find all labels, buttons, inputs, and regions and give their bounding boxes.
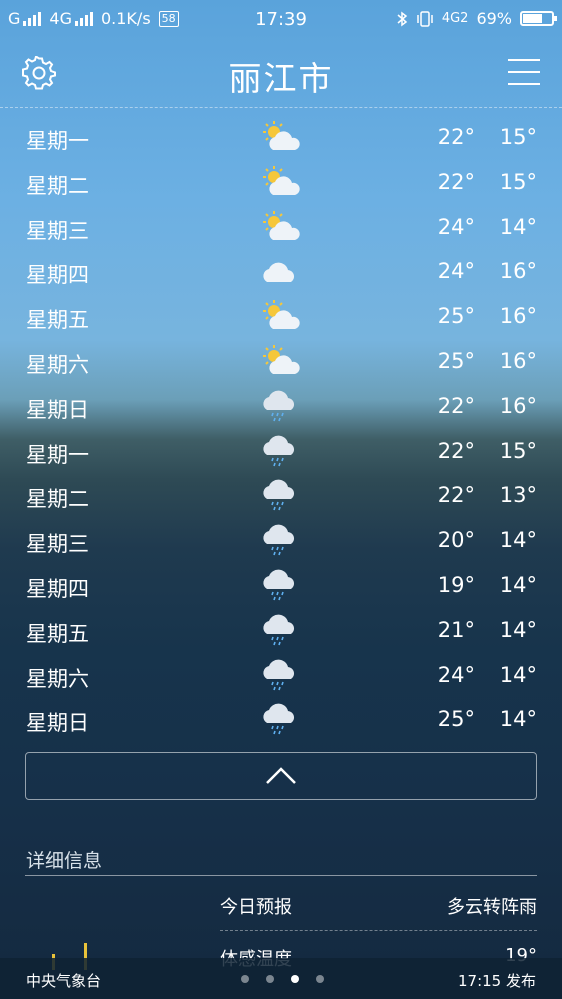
forecast-day: 星期日 [26, 711, 89, 736]
forecast-row: 星期五 21° 14° [0, 608, 562, 653]
partly-cloudy-icon [263, 165, 300, 195]
forecast-high: 22° [437, 393, 475, 418]
header: 丽江市 [0, 48, 562, 103]
rain-icon [263, 435, 295, 466]
rain-icon [263, 569, 295, 601]
rain-icon [263, 614, 295, 646]
rain-icon [263, 524, 295, 556]
forecast-row: 星期六 24° 14° [0, 653, 562, 698]
rain-icon [263, 703, 295, 735]
forecast-high: 25° [437, 304, 475, 329]
network-right-label: 4G2 [441, 11, 469, 26]
forecast-low: 15° [499, 438, 537, 463]
forecast-row: 星期三 20° 14° [0, 518, 562, 563]
forecast-high: 22° [437, 483, 475, 508]
forecast-low: 14° [499, 662, 537, 687]
forecast-day: 星期二 [26, 487, 89, 512]
forecast-day: 星期四 [26, 263, 89, 288]
battery-icon [520, 11, 557, 26]
forecast-row: 星期日 22° 16° [0, 384, 562, 429]
bluetooth-icon [397, 11, 408, 26]
page-dot[interactable] [266, 975, 274, 983]
forecast-day: 星期三 [26, 532, 89, 557]
partly-cloudy-icon [263, 210, 300, 240]
forecast-high: 22° [437, 438, 475, 463]
page-dot[interactable] [316, 975, 324, 983]
forecast-row: 星期五 25° 16° [0, 294, 562, 339]
forecast-high: 21° [437, 617, 475, 642]
forecast-high: 24° [437, 259, 475, 284]
forecast-day: 星期五 [26, 308, 89, 333]
forecast-high: 24° [437, 214, 475, 239]
forecast-low: 16° [499, 348, 537, 373]
forecast-low: 14° [499, 617, 537, 642]
forecast-high: 20° [437, 528, 475, 553]
forecast-row: 星期一 22° 15° [0, 429, 562, 474]
forecast-day: 星期一 [26, 129, 89, 153]
forecast-row: 星期一 22° 15° [0, 115, 562, 160]
forecast-row: 星期二 22° 13° [0, 473, 562, 518]
header-divider [0, 107, 562, 108]
rain-icon [263, 390, 295, 422]
page-dot[interactable] [241, 975, 249, 983]
forecast-high: 25° [437, 707, 475, 732]
partly-cloudy-icon [263, 344, 300, 374]
forecast-row: 星期日 25° 14° [0, 697, 562, 742]
forecast-low: 15° [499, 125, 537, 149]
forecast-high: 19° [437, 572, 475, 597]
forecast-row: 星期六 25° 16° [0, 339, 562, 384]
rain-icon [263, 479, 295, 511]
forecast-day: 星期一 [26, 442, 89, 467]
chevron-up-icon [266, 767, 296, 784]
details-title: 详细信息 [26, 850, 103, 872]
status-right: 4G2 69% [396, 9, 557, 28]
collapse-button[interactable] [25, 752, 537, 800]
today-forecast-label: 今日预报 [220, 897, 292, 918]
footer: 中央气象台 17:15 发布 [0, 958, 562, 999]
forecast-row: 星期三 24° 14° [0, 205, 562, 250]
rain-icon [263, 659, 295, 690]
forecast-low: 14° [499, 707, 537, 732]
forecast-day: 星期四 [26, 576, 89, 601]
forecast-day: 星期五 [26, 621, 89, 646]
forecast-list: 星期一 22° 15° 星期二 22° 15° 星期三 24° 14° 星期四 24° 16° 星期五 2… [0, 115, 562, 742]
publish-time: 17:15 发布 [458, 972, 536, 990]
forecast-day: 星期六 [26, 666, 89, 691]
forecast-low: 15° [499, 169, 537, 194]
partly-cloudy-icon [263, 121, 300, 150]
vibrate-icon [417, 10, 433, 27]
cloudy-icon [263, 262, 295, 283]
forecast-low: 13° [499, 483, 537, 508]
forecast-high: 25° [437, 348, 475, 373]
forecast-low: 14° [499, 528, 537, 553]
status-bar: G 4G 0.1K/s 58 17:39 4G2 69% [0, 0, 562, 38]
forecast-low: 16° [499, 393, 537, 418]
forecast-low: 14° [499, 572, 537, 597]
forecast-row: 星期四 19° 14° [0, 563, 562, 608]
detail-divider [220, 930, 537, 931]
forecast-high: 22° [437, 169, 475, 194]
city-title: 丽江市 [228, 59, 334, 98]
today-forecast-value: 多云转阵雨 [447, 897, 537, 918]
page-indicator [241, 975, 324, 983]
forecast-day: 星期日 [26, 397, 89, 422]
details-divider [25, 875, 537, 876]
page-dot[interactable] [291, 975, 299, 983]
forecast-low: 16° [499, 304, 537, 329]
forecast-high: 22° [437, 125, 475, 149]
battery-percent: 69% [476, 9, 512, 28]
forecast-day: 星期六 [26, 352, 89, 377]
forecast-row: 星期四 24° 16° [0, 249, 562, 294]
forecast-low: 14° [499, 214, 537, 239]
forecast-day: 星期二 [26, 173, 89, 198]
menu-icon[interactable] [508, 59, 540, 87]
forecast-day: 星期三 [26, 218, 89, 243]
partly-cloudy-icon [263, 300, 300, 330]
data-source: 中央气象台 [26, 972, 102, 990]
forecast-low: 16° [499, 259, 537, 284]
forecast-high: 24° [437, 662, 475, 687]
forecast-row: 星期二 22° 15° [0, 160, 562, 205]
